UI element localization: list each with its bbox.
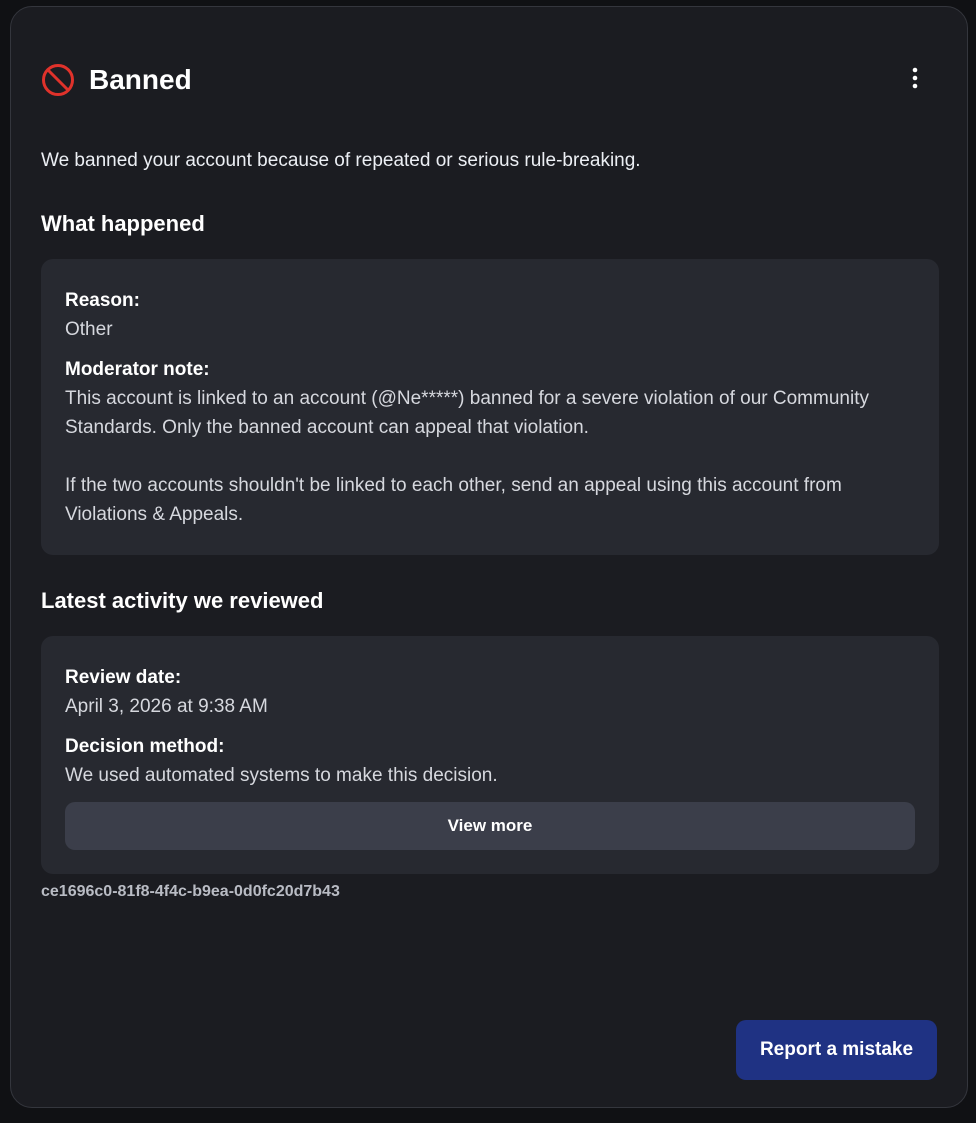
what-happened-card: Reason: Other Moderator note: This accou… — [41, 259, 939, 555]
ban-icon — [41, 63, 75, 97]
reason-value: Other — [65, 319, 113, 340]
latest-activity-card: Review date: April 3, 2026 at 9:38 AM De… — [41, 636, 939, 874]
ban-dialog: Banned We banned your account because of… — [10, 6, 968, 1108]
more-options-button[interactable] — [903, 67, 927, 93]
dialog-header: Banned — [41, 63, 192, 97]
decision-method-label: Decision method: — [65, 736, 225, 757]
report-mistake-button[interactable]: Report a mistake — [736, 1020, 937, 1080]
moderator-note-paragraph-2: If the two accounts shouldn't be linked … — [65, 475, 842, 525]
latest-activity-heading: Latest activity we reviewed — [41, 588, 324, 613]
more-vertical-icon — [912, 67, 918, 94]
decision-method-value: We used automated systems to make this d… — [65, 765, 498, 786]
review-date-value: April 3, 2026 at 9:38 AM — [65, 696, 268, 717]
moderator-note-paragraph-1: This account is linked to an account (@N… — [65, 388, 869, 438]
reason-label: Reason: — [65, 290, 140, 311]
ban-summary: We banned your account because of repeat… — [41, 150, 641, 171]
review-date-label: Review date: — [65, 667, 182, 688]
moderator-note-label: Moderator note: — [65, 359, 210, 380]
view-more-button[interactable]: View more — [65, 802, 915, 850]
what-happened-heading: What happened — [41, 211, 205, 236]
reference-id: ce1696c0-81f8-4f4c-b9ea-0d0fc20d7b43 — [41, 883, 340, 900]
dialog-title: Banned — [89, 64, 192, 95]
